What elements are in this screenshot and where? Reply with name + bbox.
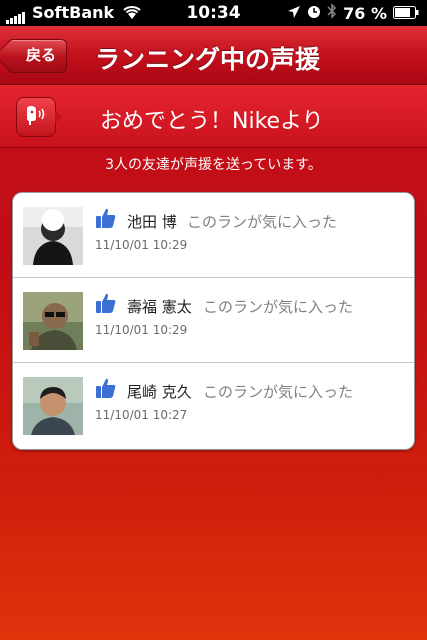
- friend-name: 壽福 憲太: [127, 298, 192, 316]
- location-icon: [287, 4, 301, 23]
- friend-name: 池田 博: [127, 213, 177, 231]
- thumbs-up-icon: [95, 207, 117, 229]
- cheer-message: おめでとう！Nikeより: [100, 109, 324, 134]
- avatar: [23, 207, 83, 265]
- cheer-banner: おめでとう！Nikeより: [0, 85, 427, 148]
- battery-percent: 76 %: [343, 3, 387, 23]
- friend-action: このランが気に入った: [187, 213, 338, 231]
- battery-icon: [393, 4, 419, 23]
- bluetooth-icon: [327, 3, 337, 23]
- friends-list: 池田 博 このランが気に入った 11/10/01 10:29 壽福 憲太 このラ…: [12, 192, 415, 450]
- avatar: [23, 377, 83, 435]
- status-bar: SoftBank 10:34 76 %: [0, 0, 427, 26]
- list-item[interactable]: 壽福 憲太 このランが気に入った 11/10/01 10:29: [13, 278, 414, 363]
- timestamp: 11/10/01 10:29: [95, 323, 188, 337]
- thumbs-up-icon: [95, 292, 117, 314]
- friend-name: 尾崎 克久: [127, 383, 192, 401]
- list-item[interactable]: 尾崎 克久 このランが気に入った 11/10/01 10:27: [13, 363, 414, 447]
- timestamp: 11/10/01 10:29: [95, 238, 188, 252]
- cheer-sound-icon: [16, 97, 63, 137]
- list-item[interactable]: 池田 博 このランが気に入った 11/10/01 10:29: [13, 193, 414, 278]
- timestamp: 11/10/01 10:27: [95, 408, 188, 422]
- back-button-label: 戻る: [26, 46, 57, 64]
- navigation-bar: 戻る ランニング中の声援: [0, 26, 427, 85]
- back-button[interactable]: 戻る: [7, 39, 68, 73]
- page-title: ランニング中の声援: [95, 45, 321, 74]
- avatar: [23, 292, 83, 350]
- alarm-icon: [307, 4, 321, 23]
- friend-action: このランが気に入った: [203, 383, 354, 401]
- thumbs-up-icon: [95, 377, 117, 399]
- friend-action: このランが気に入った: [203, 298, 354, 316]
- cheer-count-text: 3人の友達が声援を送っています。: [105, 157, 322, 173]
